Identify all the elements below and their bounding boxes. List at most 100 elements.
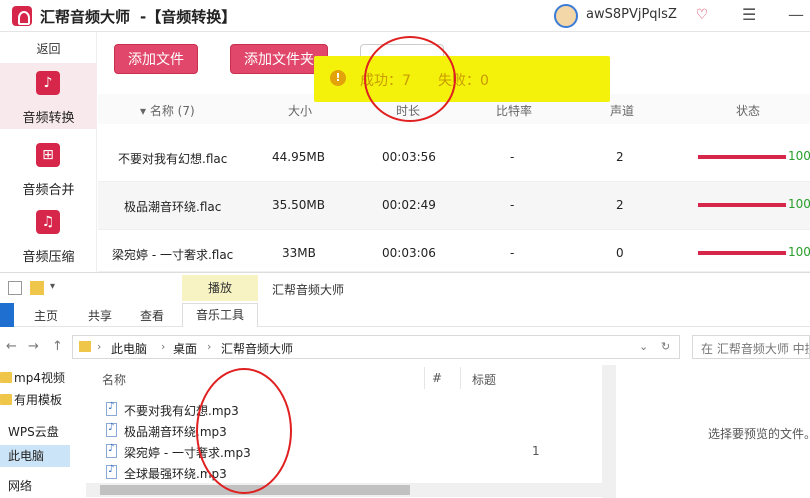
info-icon: !	[330, 70, 346, 86]
col-header-name[interactable]: 名称	[102, 371, 126, 388]
add-file-button[interactable]: 添加文件	[114, 44, 198, 74]
sidebar-item-audio-merge[interactable]: ⊞ 音频合并	[0, 135, 97, 201]
refresh-icon[interactable]: ↻	[661, 340, 670, 353]
table-row[interactable]: 不要对我有幻想.flac 44.95MB 00:03:56 - 2 100%	[98, 134, 810, 182]
sidebar-item-label: 音频转换	[22, 111, 75, 126]
list-item[interactable]: 梁宛婷 - 一寸奢求.mp3 1	[100, 441, 540, 462]
folder-icon	[79, 341, 91, 352]
play-tab[interactable]: 播放	[182, 275, 258, 301]
progress-percent: 100%	[788, 245, 810, 259]
file-channels: 2	[616, 198, 624, 212]
music-file-icon	[106, 443, 117, 458]
nav-item-wps-cloud[interactable]: WPS云盘	[0, 421, 70, 443]
explorer-title: 汇帮音频大师	[272, 283, 345, 297]
file-bitrate: -	[510, 150, 515, 164]
breadcrumb-desktop[interactable]: 桌面	[173, 340, 197, 357]
folder-icon[interactable]	[30, 281, 44, 295]
sidebar-item-label: 音频合并	[22, 183, 75, 198]
breadcrumb-folder[interactable]: 汇帮音频大师	[221, 340, 293, 357]
breadcrumb-this-pc[interactable]: 此电脑	[111, 340, 147, 357]
col-header-num[interactable]: #	[432, 371, 442, 385]
annotation-circle	[364, 36, 456, 122]
chevron-right-icon: ›	[97, 340, 102, 353]
music-file-icon	[106, 422, 117, 437]
progress-percent: 100%	[788, 149, 810, 163]
progress-bar	[698, 155, 786, 159]
file-bitrate: -	[510, 246, 515, 260]
list-item[interactable]: 不要对我有幻想.mp3	[100, 399, 520, 420]
progress-percent: 100%	[788, 197, 810, 211]
col-channels[interactable]: 声道	[610, 102, 634, 119]
address-bar: ← → ↑ › 此电脑 › 桌面 › 汇帮音频大师 ⌄ ↻ 在 汇帮音频大师 中…	[0, 333, 810, 361]
file-explorer-window: ▾ 播放 汇帮音频大师 主页 共享 查看 音乐工具 ← → ↑ › 此电脑 › …	[0, 272, 810, 498]
app-subtitle: -【音频转换】	[140, 8, 237, 26]
sidebar-item-audio-compress[interactable]: ♫ 音频压缩	[0, 202, 97, 268]
horizontal-scrollbar[interactable]	[86, 483, 602, 497]
col-name[interactable]: ▾ 名称 (7)	[140, 102, 195, 119]
tab-music-tools[interactable]: 音乐工具	[182, 303, 258, 327]
col-bitrate[interactable]: 比特率	[496, 102, 532, 119]
chevron-right-icon: ›	[207, 340, 212, 353]
navigation-pane: mp4视频 有用模板 WPS云盘 此电脑 网络	[0, 365, 70, 498]
annotation-circle	[196, 368, 292, 494]
address-input[interactable]: › 此电脑 › 桌面 › 汇帮音频大师 ⌄ ↻	[72, 335, 680, 359]
sidebar: 返回 ♪ 音频转换 ⊞ 音频合并 ♫ 音频压缩	[0, 32, 97, 272]
app-logo-icon	[12, 6, 32, 26]
col-header-title[interactable]: 标题	[472, 371, 496, 388]
tab-home[interactable]: 主页	[34, 307, 58, 324]
nav-item-network[interactable]: 网络	[0, 475, 70, 497]
progress-bar	[698, 251, 786, 255]
col-status[interactable]: 状态	[736, 102, 760, 119]
file-bitrate: -	[510, 198, 515, 212]
nav-item-this-pc[interactable]: 此电脑	[0, 445, 70, 467]
vip-icon[interactable]: ♡	[694, 7, 710, 23]
ribbon-tabs: 主页 共享 查看 音乐工具	[0, 303, 810, 327]
column-divider[interactable]	[460, 367, 461, 389]
tab-file[interactable]	[0, 303, 14, 327]
progress-bar	[698, 203, 786, 207]
sidebar-item-audio-convert[interactable]: ♪ 音频转换	[0, 63, 97, 129]
nav-item-templates[interactable]: 有用模板	[0, 389, 70, 411]
up-arrow-icon[interactable]: ↑	[52, 339, 63, 354]
music-file-icon	[106, 401, 117, 416]
file-duration: 00:03:06	[382, 246, 436, 260]
vertical-scrollbar[interactable]	[602, 365, 616, 498]
result-toast: ! 成功：7 失败：0	[314, 56, 610, 102]
minimize-icon[interactable]: —	[788, 6, 804, 24]
menu-icon[interactable]: ☰	[742, 6, 758, 24]
properties-icon[interactable]	[8, 281, 22, 295]
file-duration: 00:02:49	[382, 198, 436, 212]
customize-icon[interactable]: ▾	[50, 281, 64, 295]
dropdown-icon[interactable]: ⌄	[639, 340, 648, 353]
tab-share[interactable]: 共享	[88, 307, 112, 324]
file-channels: 0	[616, 246, 624, 260]
table-row[interactable]: 极品潮音环绕.flac 35.50MB 00:02:49 - 2 100%	[98, 182, 810, 230]
search-input[interactable]: 在 汇帮音频大师 中搜	[692, 335, 810, 359]
column-divider[interactable]	[424, 367, 425, 389]
preview-message: 选择要预览的文件。	[708, 427, 810, 441]
audio-merge-icon: ⊞	[36, 143, 60, 167]
avatar[interactable]	[554, 4, 578, 28]
file-name: 不要对我有幻想.flac	[118, 152, 228, 166]
username[interactable]: awS8PVjPqlsZ	[586, 7, 677, 22]
sidebar-item-label: 音频压缩	[22, 250, 75, 265]
title-bar: 汇帮音频大师 -【音频转换】 awS8PVjPqlsZ ♡ ☰ —	[0, 0, 810, 32]
app-title: 汇帮音频大师	[40, 8, 131, 26]
file-list: 名称 # 标题 不要对我有幻想.mp3 极品潮音环绕.mp3 梁宛婷 - 一寸奢…	[90, 365, 610, 498]
file-size: 44.95MB	[272, 150, 325, 164]
list-item[interactable]: 极品潮音环绕.mp3	[100, 420, 520, 441]
file-size: 33MB	[282, 246, 316, 260]
list-item[interactable]: 全球最强环绕.mp3	[100, 462, 520, 483]
col-size[interactable]: 大小	[288, 102, 312, 119]
back-arrow-icon[interactable]: ←	[6, 339, 17, 354]
file-size: 35.50MB	[272, 198, 325, 212]
forward-arrow-icon[interactable]: →	[28, 339, 39, 354]
file-duration: 00:03:56	[382, 150, 436, 164]
nav-item-mp4[interactable]: mp4视频	[0, 367, 70, 389]
audio-compress-icon: ♫	[36, 210, 60, 234]
audio-convert-icon: ♪	[36, 71, 60, 95]
table-row[interactable]: 梁宛婷 - 一寸奢求.flac 33MB 00:03:06 - 0 100%	[98, 230, 810, 272]
file-channels: 2	[616, 150, 624, 164]
tab-view[interactable]: 查看	[140, 307, 164, 324]
back-button[interactable]: 返回	[0, 40, 97, 57]
